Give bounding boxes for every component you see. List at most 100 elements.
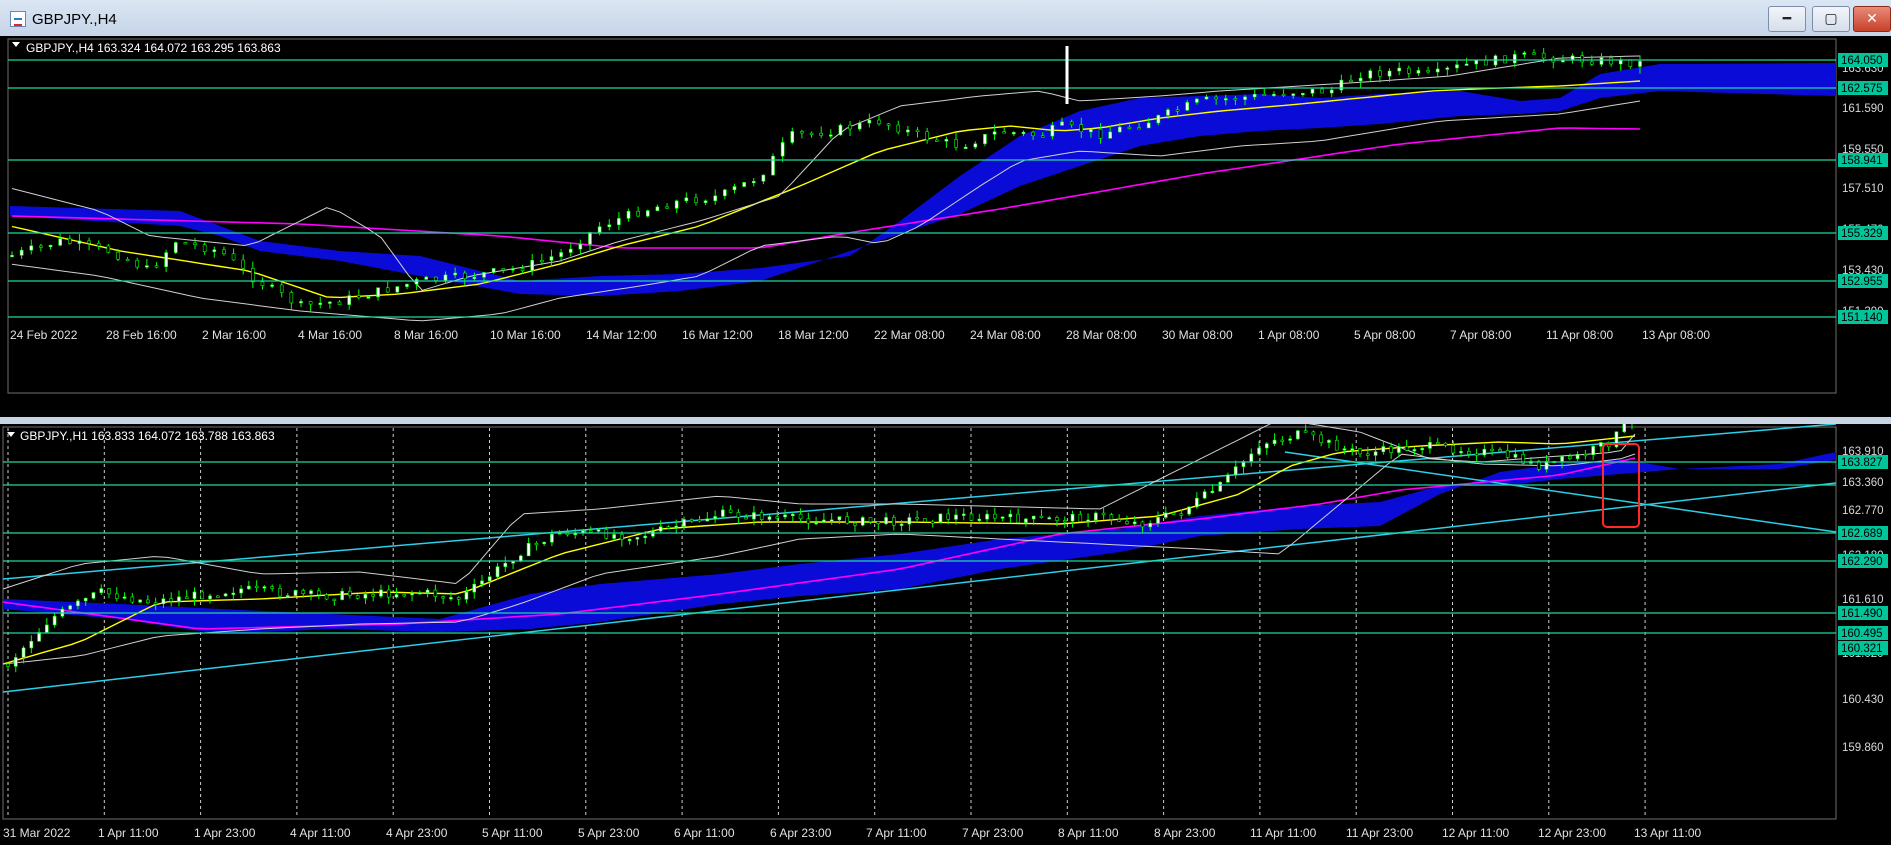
candle-body: [424, 276, 429, 280]
candle-body: [597, 226, 602, 233]
candle-body: [1329, 89, 1334, 94]
candle-body: [223, 593, 228, 597]
candle-body: [759, 512, 764, 520]
candle-body: [279, 284, 284, 293]
chart-menu-arrow-icon[interactable]: [12, 42, 20, 47]
candle-body: [1484, 59, 1488, 66]
candle-body: [37, 632, 41, 642]
candle-body: [13, 657, 18, 667]
candle-body: [520, 268, 525, 272]
candle-body: [612, 534, 616, 539]
h1-chart-canvas[interactable]: GBPJPY.,H1 163.833 164.072 163.788 163.8…: [0, 424, 1891, 845]
candle-body: [1334, 440, 1339, 451]
candle-body: [540, 260, 544, 263]
candle-body: [1366, 453, 1370, 456]
h4-chart-canvas[interactable]: GBPJPY.,H4 163.324 164.072 163.295 163.8…: [0, 36, 1891, 417]
candle-body: [154, 265, 159, 268]
candle-body: [694, 197, 698, 203]
slow-moving-average-line: [2, 457, 1636, 630]
candle-body: [682, 519, 686, 527]
candle-body: [106, 245, 111, 253]
candle-body: [19, 249, 24, 256]
candle-body: [68, 605, 72, 610]
price-label: 151.140: [1841, 312, 1883, 324]
candle-body: [239, 588, 243, 594]
panel-separator[interactable]: [0, 417, 1891, 424]
candle-body: [732, 186, 737, 191]
candle-body: [857, 122, 862, 130]
candle-body: [241, 259, 245, 269]
candle-body: [1428, 442, 1432, 449]
candle-body: [328, 301, 332, 304]
candle-body: [1378, 70, 1382, 77]
candle-body: [1389, 446, 1393, 453]
candle-body: [1387, 70, 1392, 77]
candle-body: [1118, 126, 1122, 133]
candle-body: [992, 131, 997, 135]
time-axis-label: 1 Apr 08:00: [1258, 328, 1320, 342]
candle-body: [1622, 424, 1627, 433]
candle-body: [1397, 446, 1401, 453]
candle-body: [441, 596, 445, 599]
candle-body: [892, 517, 896, 526]
candle-body: [58, 238, 62, 246]
candle-body: [39, 245, 43, 248]
time-axis-label: 7 Apr 23:00: [962, 826, 1024, 840]
candle-body: [462, 272, 467, 279]
bollinger-upper-band: [11, 55, 1641, 291]
candle-body: [355, 595, 360, 599]
candle-body: [1195, 497, 1199, 508]
price-label: 162.575: [1841, 83, 1883, 95]
candle-body: [1407, 67, 1411, 74]
candle-body: [456, 597, 461, 600]
candle-body: [1214, 96, 1218, 100]
candle-body: [1451, 445, 1456, 454]
time-axis-label: 2 Mar 16:00: [202, 328, 266, 342]
candle-body: [231, 592, 236, 595]
candle-body: [1416, 70, 1421, 74]
candle-body: [270, 586, 274, 589]
candle-body: [1512, 54, 1517, 64]
candle-body: [138, 599, 142, 603]
candle-body: [884, 517, 888, 525]
h1-chart-panel[interactable]: GBPJPY.,H1 163.833 164.072 163.788 163.8…: [0, 424, 1891, 845]
price-tick-label: 162.770: [1842, 505, 1884, 517]
candle-body: [293, 590, 298, 596]
candle-body: [1541, 52, 1546, 59]
candle-body: [501, 268, 506, 271]
candle-body: [703, 200, 708, 203]
candle-body: [366, 296, 371, 299]
candle-body: [550, 533, 554, 543]
candle-body: [751, 180, 756, 184]
candle-body: [146, 599, 150, 604]
time-axis-label: 4 Apr 23:00: [386, 826, 448, 840]
candle-body: [1000, 516, 1005, 519]
candle-body: [464, 591, 469, 600]
candle-body: [29, 245, 34, 251]
candle-body: [10, 255, 14, 258]
candle-body: [332, 598, 337, 601]
candle-body: [1204, 96, 1209, 100]
candle-body: [83, 597, 88, 602]
candle-body: [202, 244, 207, 252]
candle-body: [130, 596, 135, 603]
candle-body: [308, 301, 313, 305]
candle-body: [1060, 121, 1064, 126]
candle-body: [1327, 440, 1331, 443]
candle-body: [568, 248, 573, 253]
candle-body: [184, 596, 189, 599]
time-axis-label: 28 Feb 16:00: [106, 328, 177, 342]
candle-body: [1522, 52, 1527, 55]
candle-body: [135, 259, 140, 268]
close-button[interactable]: ✕: [1853, 6, 1891, 32]
time-axis-label: 16 Mar 12:00: [682, 328, 753, 342]
candle-body: [1560, 456, 1564, 462]
candle-body: [434, 276, 438, 281]
candle-body: [930, 521, 935, 524]
maximize-button[interactable]: ▢: [1812, 6, 1850, 32]
candle-body: [356, 295, 361, 299]
h4-chart-panel[interactable]: GBPJPY.,H4 163.324 164.072 163.295 163.8…: [0, 36, 1891, 417]
minimize-button[interactable]: ━: [1768, 6, 1806, 32]
candle-body: [1264, 443, 1269, 449]
price-label: 152.955: [1841, 276, 1883, 288]
